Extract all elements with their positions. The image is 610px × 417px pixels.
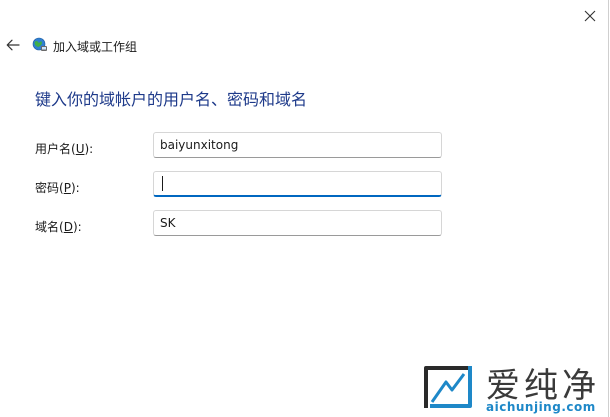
- password-label-prefix: 密码(: [35, 181, 64, 195]
- domain-label-prefix: 域名(: [35, 220, 64, 234]
- password-accesskey: P: [63, 181, 71, 195]
- domain-accesskey: D: [63, 220, 73, 234]
- watermark-logo-icon: [424, 366, 472, 408]
- watermark-url: aichunjing.com: [486, 400, 596, 414]
- password-input[interactable]: [153, 171, 442, 197]
- text-caret: [162, 176, 163, 191]
- domain-label-suffix: ):: [72, 220, 82, 234]
- network-globe-icon: [32, 37, 47, 51]
- password-label-suffix: ):: [70, 181, 80, 195]
- back-arrow-icon: [6, 39, 20, 51]
- site-watermark: 爱纯净 aichunjing.com: [420, 358, 610, 417]
- username-label: 用户名(U):: [35, 140, 93, 157]
- close-button[interactable]: [572, 2, 608, 30]
- dialog-title: 加入域或工作组: [53, 40, 138, 54]
- username-label-prefix: 用户名(: [35, 142, 76, 156]
- password-label: 密码(P):: [35, 179, 80, 196]
- join-domain-dialog: 加入域或工作组 键入你的域帐户的用户名、密码和域名 用户名(U): 密码(P):…: [0, 0, 609, 417]
- username-input[interactable]: [153, 132, 442, 158]
- domain-label: 域名(D):: [35, 218, 82, 235]
- close-icon: [584, 10, 596, 22]
- domain-input[interactable]: [153, 210, 442, 236]
- back-button[interactable]: [2, 34, 24, 56]
- dialog-heading: 键入你的域帐户的用户名、密码和域名: [35, 90, 308, 109]
- username-label-suffix: ):: [84, 142, 94, 156]
